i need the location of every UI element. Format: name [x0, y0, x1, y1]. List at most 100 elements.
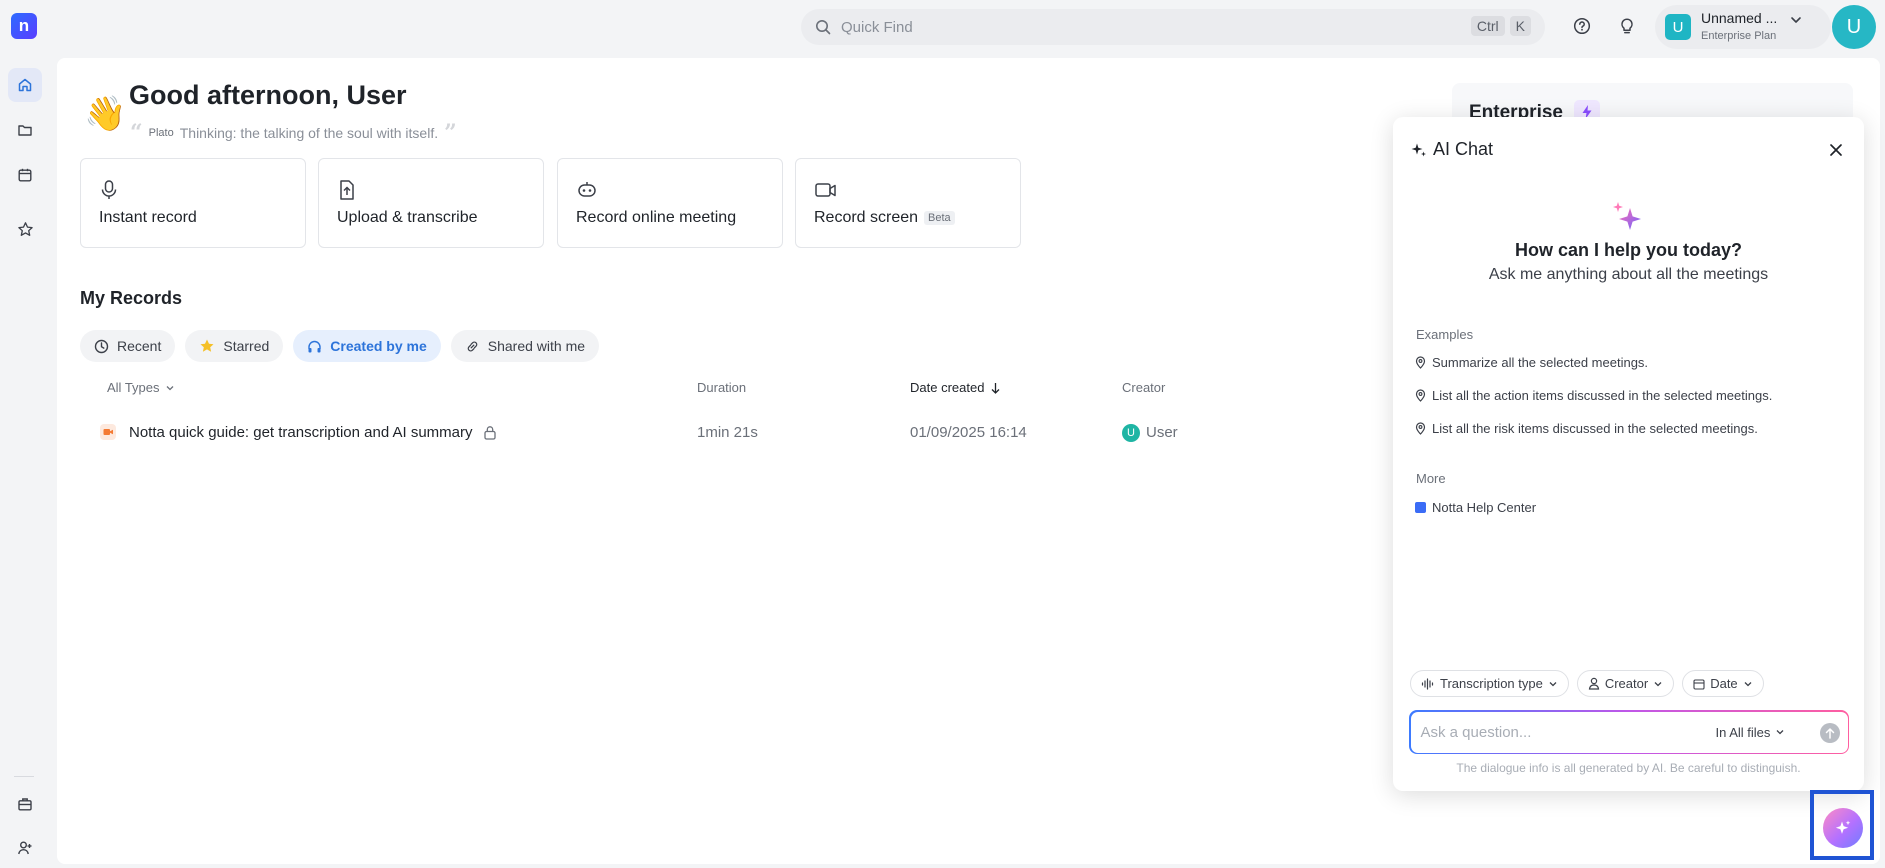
- sidebar-divider: [14, 776, 34, 777]
- greeting-title: Good afternoon, User: [129, 80, 407, 110]
- record-creator: U User: [1122, 424, 1178, 443]
- ask-question-box: Ask a question... In All files: [1409, 710, 1849, 754]
- ai-chat-subheading: Ask me anything about all the meetings: [1488, 266, 1769, 283]
- ai-chat-heading: How can I help you today?: [1514, 240, 1743, 260]
- column-date-created[interactable]: Date created: [910, 380, 1001, 395]
- sort-down-arrow-icon: [990, 382, 1001, 394]
- chevron-down-icon: [1789, 13, 1803, 27]
- left-sidebar: [0, 56, 48, 868]
- card-label: Record online meeting: [576, 209, 737, 226]
- record-title[interactable]: Notta quick guide: get transcription and…: [129, 424, 497, 441]
- sparkle-icon: [1411, 142, 1427, 158]
- headphones-icon: [307, 339, 322, 354]
- briefcase-icon: [17, 796, 33, 812]
- column-duration[interactable]: Duration: [697, 380, 746, 395]
- chat-filters: Transcription type Creator Date: [1410, 670, 1764, 697]
- star-icon: [17, 221, 34, 238]
- workspace-switcher[interactable]: U Unnamed ... Enterprise Plan: [1655, 5, 1831, 49]
- record-date: 01/09/2025 16:14: [910, 424, 1027, 441]
- waving-hand-emoji: 👋: [84, 95, 127, 133]
- location-pin-icon: [1415, 422, 1426, 435]
- folder-icon: [17, 122, 33, 138]
- card-label: Upload & transcribe: [337, 209, 478, 226]
- video-camera-icon: [814, 179, 838, 201]
- my-records-title: My Records: [80, 288, 183, 308]
- card-label: Record screen Beta: [814, 209, 955, 227]
- ai-sparkles-icon: [1610, 201, 1646, 235]
- workspace-name: Unnamed ...: [1701, 10, 1778, 26]
- sidebar-item-briefcase[interactable]: [8, 787, 42, 821]
- quote-author: Plato: [148, 127, 174, 139]
- daily-quote: “ Plato Thinking: the talking of the sou…: [130, 122, 457, 144]
- sidebar-item-folder[interactable]: [8, 113, 42, 147]
- record-online-meeting-card[interactable]: Record online meeting: [557, 158, 783, 248]
- link-icon: [465, 339, 480, 354]
- record-screen-card[interactable]: Record screen Beta: [795, 158, 1021, 248]
- person-icon: [1588, 677, 1600, 690]
- ai-chat-toggle-button[interactable]: [1823, 808, 1863, 848]
- sidebar-item-add-user[interactable]: [8, 831, 42, 865]
- open-quote-icon: “: [130, 120, 143, 146]
- notta-help-icon: [1415, 502, 1426, 513]
- app-logo[interactable]: n: [11, 13, 37, 39]
- microphone-icon: [99, 179, 119, 201]
- more-label: More: [1416, 471, 1446, 486]
- tab-created-by-me[interactable]: Created by me: [293, 330, 441, 362]
- waveform-icon: [1421, 677, 1435, 690]
- column-creator[interactable]: Creator: [1122, 380, 1165, 395]
- workspace-plan: Enterprise Plan: [1701, 30, 1777, 42]
- ask-question-input[interactable]: Ask a question...: [1421, 724, 1532, 741]
- calendar-icon: [17, 167, 33, 183]
- tab-shared-with-me[interactable]: Shared with me: [450, 330, 600, 362]
- tab-starred[interactable]: Starred: [185, 330, 284, 362]
- clock-icon: [94, 339, 109, 354]
- file-scope-select[interactable]: In All files: [1716, 725, 1786, 740]
- close-icon[interactable]: [1825, 139, 1847, 161]
- examples-label: Examples: [1416, 327, 1474, 342]
- quote-text: Thinking: the talking of the soul with i…: [179, 125, 439, 141]
- sidebar-item-calendar[interactable]: [8, 158, 42, 192]
- lightbulb-icon[interactable]: [1616, 15, 1638, 37]
- location-pin-icon: [1415, 389, 1426, 402]
- chevron-down-icon: [1775, 727, 1785, 737]
- chevron-down-icon: [1743, 679, 1753, 689]
- workspace-avatar: U: [1665, 14, 1691, 40]
- add-user-icon: [17, 840, 33, 856]
- ai-chat-panel: AI Chat How can I help you today? Ask me…: [1393, 117, 1864, 791]
- ai-chat-header: AI Chat: [1411, 139, 1493, 160]
- star-icon: [199, 338, 215, 354]
- close-quote-icon: ”: [444, 120, 457, 146]
- instant-record-card[interactable]: Instant record: [80, 158, 306, 248]
- lock-icon: [483, 425, 497, 440]
- upload-transcribe-card[interactable]: Upload & transcribe: [318, 158, 544, 248]
- sidebar-item-starred[interactable]: [8, 212, 42, 246]
- help-center-link[interactable]: Notta Help Center: [1415, 500, 1536, 515]
- user-avatar[interactable]: U: [1832, 5, 1876, 49]
- search-placeholder: Quick Find: [841, 18, 913, 36]
- ai-disclaimer: The dialogue info is all generated by AI…: [1456, 761, 1801, 775]
- shortcut-key-k: K: [1509, 16, 1531, 36]
- help-icon[interactable]: [1571, 15, 1593, 37]
- chevron-down-icon: [1548, 679, 1558, 689]
- example-prompt[interactable]: List all the action items discussed in t…: [1415, 388, 1772, 403]
- beta-badge: Beta: [924, 210, 955, 225]
- example-prompt[interactable]: Summarize all the selected meetings.: [1415, 355, 1648, 370]
- records-filter-tabs: Recent Starred Created by me Shared with…: [80, 330, 600, 362]
- ai-chat-title: AI Chat: [1433, 139, 1494, 159]
- record-duration: 1min 21s: [697, 424, 758, 441]
- send-icon[interactable]: [1819, 722, 1840, 743]
- video-record-icon: [100, 424, 116, 440]
- sidebar-item-home[interactable]: [8, 68, 42, 102]
- example-prompt[interactable]: List all the risk items discussed in the…: [1415, 421, 1758, 436]
- search-icon: [815, 19, 831, 35]
- date-filter[interactable]: Date: [1682, 670, 1764, 697]
- transcription-type-filter[interactable]: Transcription type: [1410, 670, 1569, 697]
- tab-recent[interactable]: Recent: [80, 330, 176, 362]
- creator-filter[interactable]: Creator: [1576, 670, 1675, 697]
- location-pin-icon: [1415, 356, 1426, 369]
- all-types-filter[interactable]: All Types: [107, 380, 175, 395]
- card-label: Instant record: [99, 209, 197, 226]
- quick-find-search[interactable]: Quick Find Ctrl K: [801, 9, 1545, 45]
- chevron-down-icon: [165, 383, 175, 393]
- meeting-bot-icon: [576, 179, 598, 201]
